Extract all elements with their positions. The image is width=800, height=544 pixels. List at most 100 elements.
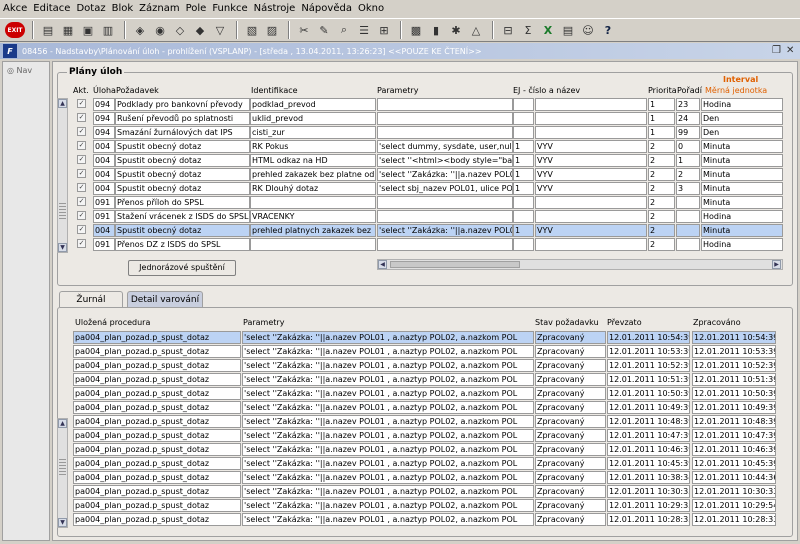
cell-uloha[interactable]: 094 [93,98,115,111]
cell-pozadavek[interactable]: Přenos DZ z ISDS do SPSL [115,238,250,251]
table-row[interactable]: pa004_plan_pozad.p_spust_dotaz'select ''… [53,387,799,401]
calendar-icon[interactable]: ▩ [407,21,425,39]
cell-stav[interactable]: Zpracovaný [535,443,606,456]
print-icon[interactable]: ▦ [59,21,77,39]
warning-icon[interactable]: △ [467,21,485,39]
cell-priorita[interactable]: 1 [648,98,675,111]
table-row[interactable]: ✓ 004 Spustit obecný dotaz prehled platnych… [53,224,799,238]
cell-proc[interactable]: pa004_plan_pozad.p_spust_dotaz [73,485,241,498]
cell-poradi[interactable]: 2 [676,168,700,181]
cell-identifikace[interactable]: uklid_prevod [250,112,376,125]
cell-parametry[interactable]: 'select sbj_nazev POL01, ulice POL [377,182,513,195]
cell-proc[interactable]: pa004_plan_pozad.p_spust_dotaz [73,471,241,484]
cell-ej_nazev[interactable] [535,238,647,251]
cell-zpracovano[interactable]: 12.01.2011 10:48:39 [692,415,776,428]
menu-8[interactable]: Nápověda [301,0,352,17]
cell-prevzato[interactable]: 12.01.2011 10:49:39 [607,401,690,414]
new-record-icon[interactable]: ▣ [79,21,97,39]
cell-jednotka[interactable]: Minuta [701,224,783,237]
cell-zpracovano[interactable]: 12.01.2011 10:28:33 [692,513,776,526]
cell-param[interactable]: 'select ''Zakázka: ''||a.nazev POL01 , a… [242,331,534,344]
journal-scrollbar[interactable]: ▲ ▼ [57,418,68,528]
find-icon[interactable]: ⌕ [335,21,353,39]
cell-uloha[interactable]: 091 [93,238,115,251]
table-row[interactable]: ✓ 004 Spustit obecný dotaz prehled zakazek … [53,168,799,182]
cell-pozadavek[interactable]: Přenos příloh do SPSL [115,196,250,209]
cell-zpracovano[interactable]: 12.01.2011 10:29:54 [692,499,776,512]
table-row[interactable]: ✓ 091 Přenos příloh do SPSL 2 Minuta [53,196,799,210]
cell-poradi[interactable]: 23 [676,98,700,111]
cell-identifikace[interactable]: prehled platnych zakazek bez [250,224,376,237]
cell-prevzato[interactable]: 12.01.2011 10:45:39 [607,457,690,470]
scroll-grip[interactable] [59,203,66,221]
cell-poradi[interactable]: 99 [676,126,700,139]
cell-stav[interactable]: Zpracovaný [535,331,606,344]
cell-priorita[interactable]: 2 [648,210,675,223]
cell-zpracovano[interactable]: 12.01.2011 10:47:39 [692,429,776,442]
cell-proc[interactable]: pa004_plan_pozad.p_spust_dotaz [73,443,241,456]
settings-icon[interactable]: ✱ [447,21,465,39]
cell-zpracovano[interactable]: 12.01.2011 10:45:39 [692,457,776,470]
cell-ej_nazev[interactable]: VYV [535,182,647,195]
params-hscrollbar[interactable]: ◀ ▶ [377,259,783,270]
cell-ej_cislo[interactable] [513,196,534,209]
list-icon[interactable]: ☰ [355,21,373,39]
table-row[interactable]: pa004_plan_pozad.p_spust_dotaz'select ''… [53,401,799,415]
cell-param[interactable]: 'select ''Zakázka: ''||a.nazev POL01 , a… [242,443,534,456]
cell-ej_cislo[interactable]: 1 [513,140,534,153]
cell-identifikace[interactable]: VRACENKY [250,210,376,223]
cell-proc[interactable]: pa004_plan_pozad.p_spust_dotaz [73,345,241,358]
table-row[interactable]: ✓ 091 Přenos DZ z ISDS do SPSL 2 Hodina [53,238,799,252]
cell-jednotka[interactable]: Minuta [701,154,783,167]
cell-ej_nazev[interactable]: VYV [535,168,647,181]
cell-param[interactable]: 'select ''Zakázka: ''||a.nazev POL01 , a… [242,373,534,386]
cell-param[interactable]: 'select ''Zakázka: ''||a.nazev POL01 , a… [242,345,534,358]
scroll-right-icon[interactable]: ▶ [772,260,781,269]
cell-parametry[interactable] [377,196,513,209]
cell-proc[interactable]: pa004_plan_pozad.p_spust_dotaz [73,429,241,442]
active-checkbox[interactable]: ✓ [77,225,86,234]
cell-proc[interactable]: pa004_plan_pozad.p_spust_dotaz [73,359,241,372]
scroll-down-icon[interactable]: ▼ [58,518,67,527]
cell-identifikace[interactable] [250,238,376,251]
cell-uloha[interactable]: 004 [93,140,115,153]
cell-zpracovano[interactable]: 12.01.2011 10:46:39 [692,443,776,456]
cell-prevzato[interactable]: 12.01.2011 10:46:39 [607,443,690,456]
notes-icon[interactable]: ▤ [559,21,577,39]
cell-ej_cislo[interactable] [513,112,534,125]
cell-zpracovano[interactable]: 12.01.2011 10:54:39 [692,331,776,344]
cell-priorita[interactable]: 1 [648,112,675,125]
cell-prevzato[interactable]: 12.01.2011 10:29:33 [607,499,690,512]
cell-parametry[interactable]: 'select dummy, sysdate, user,null, [377,140,513,153]
query-count-icon[interactable]: ◆ [191,21,209,39]
menu-1[interactable]: Editace [33,0,70,17]
scroll-up-icon[interactable]: ▲ [58,99,67,108]
menu-0[interactable]: Akce [3,0,27,17]
cell-pozadavek[interactable]: Spustit obecný dotaz [115,224,250,237]
table-row[interactable]: pa004_plan_pozad.p_spust_dotaz'select ''… [53,485,799,499]
cell-uloha[interactable]: 004 [93,154,115,167]
table-row[interactable]: ✓ 094 Rušení převodů po splatnosti uklid_pr… [53,112,799,126]
cell-poradi[interactable] [676,196,700,209]
run-once-button[interactable]: Jednorázové spuštění [128,260,236,276]
table-row[interactable]: pa004_plan_pozad.p_spust_dotaz'select ''… [53,345,799,359]
cell-priorita[interactable]: 2 [648,196,675,209]
table-row[interactable]: ✓ 091 Stažení vrácenek z ISDS do SPSL VRACE… [53,210,799,224]
cell-poradi[interactable]: 3 [676,182,700,195]
cell-proc[interactable]: pa004_plan_pozad.p_spust_dotaz [73,415,241,428]
cell-poradi[interactable] [676,238,700,251]
active-checkbox[interactable]: ✓ [77,155,86,164]
cell-jednotka[interactable]: Minuta [701,140,783,153]
cell-stav[interactable]: Zpracovaný [535,429,606,442]
cut-icon[interactable]: ✂ [295,21,313,39]
delete-record-icon[interactable]: ▥ [99,21,117,39]
cell-ej_nazev[interactable] [535,196,647,209]
cell-stav[interactable]: Zpracovaný [535,401,606,414]
cell-poradi[interactable] [676,224,700,237]
cell-jednotka[interactable]: Den [701,112,783,125]
cell-proc[interactable]: pa004_plan_pozad.p_spust_dotaz [73,331,241,344]
cell-pozadavek[interactable]: Rušení převodů po splatnosti [115,112,250,125]
plans-scrollbar[interactable]: ▲ ▼ [57,98,68,253]
cell-parametry[interactable]: 'select ''Zakázka: ''||a.nazev POL01 [377,224,513,237]
cell-prevzato[interactable]: 12.01.2011 10:51:39 [607,373,690,386]
